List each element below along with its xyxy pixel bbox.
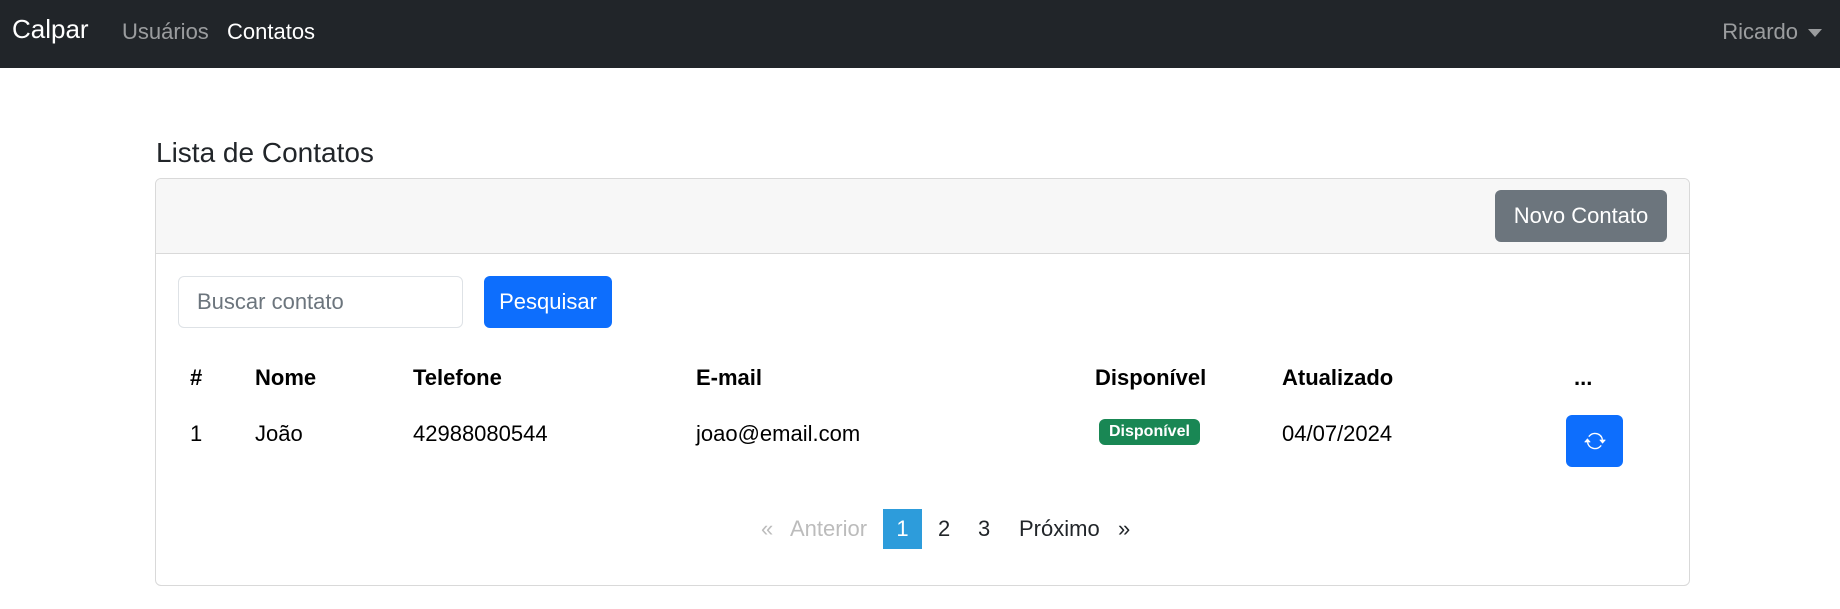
- column-header-id: #: [190, 365, 203, 390]
- user-menu-dropdown[interactable]: Ricardo: [1722, 19, 1822, 45]
- new-contact-button[interactable]: Novo Contato: [1495, 190, 1667, 242]
- refresh-icon: [1583, 432, 1606, 450]
- nav-link-usuarios[interactable]: Usuários: [122, 19, 209, 45]
- card-header: Novo Contato: [156, 179, 1689, 254]
- search-button[interactable]: Pesquisar: [484, 276, 612, 328]
- status-badge: Disponível: [1099, 419, 1200, 445]
- cell-atualizado: 04/07/2024: [1282, 421, 1393, 446]
- brand-logo[interactable]: Calpar: [12, 14, 89, 45]
- navbar: Calpar Usuários Contatos Ricardo: [0, 0, 1840, 68]
- column-header-atualizado: Atualizado: [1282, 365, 1394, 390]
- chevron-down-icon: [1808, 29, 1822, 37]
- pagination-last-icon[interactable]: »: [1118, 509, 1130, 549]
- cell-email: joao@email.com: [696, 421, 861, 446]
- column-header-email: E-mail: [696, 365, 763, 390]
- pagination-previous: Anterior: [790, 516, 868, 541]
- cell-nome: João: [255, 421, 303, 446]
- pagination-next[interactable]: Próximo: [1019, 509, 1100, 549]
- pagination-page-1[interactable]: 1: [883, 509, 922, 549]
- column-header-actions: ...: [1574, 365, 1593, 390]
- column-header-disponivel: Disponível: [1095, 365, 1207, 390]
- cell-id: 1: [190, 421, 203, 446]
- user-name: Ricardo: [1722, 19, 1798, 44]
- pagination-page-3[interactable]: 3: [978, 509, 990, 549]
- contacts-card: Novo Contato Pesquisar # Nome Telefone E…: [155, 178, 1690, 586]
- pagination-page-2[interactable]: 2: [938, 509, 950, 549]
- refresh-button[interactable]: [1566, 415, 1623, 467]
- column-header-nome: Nome: [255, 365, 317, 390]
- column-header-telefone: Telefone: [413, 365, 502, 390]
- cell-telefone: 42988080544: [413, 421, 548, 446]
- search-input[interactable]: [178, 276, 463, 328]
- pagination-first-icon: «: [761, 516, 774, 541]
- page-title: Lista de Contatos: [156, 137, 374, 168]
- nav-link-contatos[interactable]: Contatos: [227, 19, 315, 45]
